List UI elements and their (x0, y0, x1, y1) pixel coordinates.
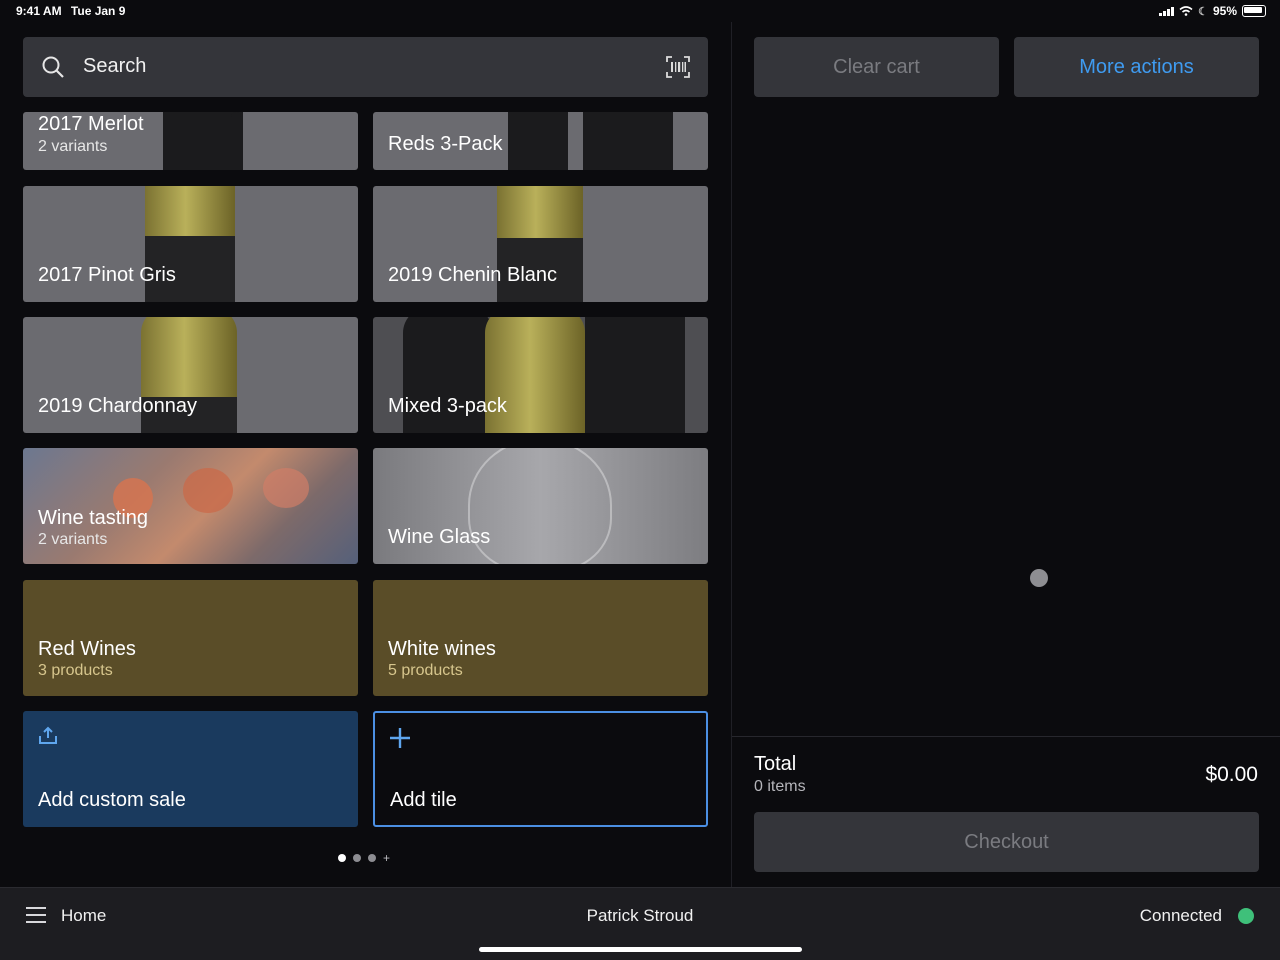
cart-pane: Clear cart More actions Total 0 items $0… (731, 22, 1280, 887)
search-icon (42, 56, 64, 78)
wine-glass-image (263, 468, 309, 508)
plus-icon (390, 728, 410, 748)
bottle-image (231, 112, 241, 170)
search-bar[interactable]: Search (23, 37, 708, 97)
clear-cart-button[interactable]: Clear cart (754, 37, 999, 97)
product-tile-2019-chenin-blanc[interactable]: 2019 Chenin Blanc (373, 186, 708, 302)
barcode-scan-icon[interactable] (666, 56, 690, 78)
product-tile-mixed-3-pack[interactable]: Mixed 3-pack (373, 317, 708, 433)
add-tile-button[interactable]: Add tile (373, 711, 708, 827)
product-tile-reds-3-pack[interactable]: Reds 3-Pack (373, 112, 708, 170)
add-page-icon[interactable]: + (383, 852, 390, 864)
status-bar: 9:41 AM Tue Jan 9 ☾ 95% (0, 0, 1280, 22)
product-tile-wine-tasting[interactable]: Wine tasting 2 variants (23, 448, 358, 564)
moon-icon: ☾ (1198, 5, 1208, 18)
tile-label: Wine Glass (388, 526, 491, 548)
checkout-button[interactable]: Checkout (754, 812, 1259, 872)
product-tile-wine-glass[interactable]: Wine Glass (373, 448, 708, 564)
product-tile-2017-merlot[interactable]: 2017 Merlot 2 variants (23, 112, 358, 170)
tile-label: Reds 3-Pack (388, 133, 503, 155)
home-indicator[interactable] (479, 947, 802, 952)
tile-label: Add tile (390, 789, 457, 811)
product-tile-2019-chardonnay[interactable]: 2019 Chardonnay (23, 317, 358, 433)
tile-label: Red Wines (38, 638, 136, 660)
tile-label: 2019 Chenin Blanc (388, 264, 558, 286)
bottle-image (508, 112, 568, 170)
total-label: Total (754, 753, 797, 775)
bottle-image (583, 112, 673, 170)
tile-label: 2017 Pinot Gris (38, 264, 176, 286)
connection-status-icon (1238, 908, 1254, 924)
tile-label: Add custom sale (38, 789, 186, 811)
tile-label: 2017 Merlot (38, 113, 144, 135)
tile-sublabel: 5 products (388, 662, 463, 679)
page-dot[interactable] (338, 854, 346, 862)
total-amount: $0.00 (1205, 763, 1258, 786)
page-dot[interactable] (353, 854, 361, 862)
category-tile-white-wines[interactable]: White wines 5 products (373, 580, 708, 696)
cellular-signal-icon (1159, 6, 1175, 16)
category-tile-red-wines[interactable]: Red Wines 3 products (23, 580, 358, 696)
more-actions-button[interactable]: More actions (1014, 37, 1259, 97)
bottle-image (585, 317, 685, 433)
search-label: Search (83, 55, 147, 77)
tile-sublabel: 3 products (38, 662, 113, 679)
battery-percent: 95% (1212, 4, 1237, 18)
wifi-icon (1179, 6, 1193, 16)
status-date: Tue Jan 9 (70, 4, 126, 18)
tile-sublabel: 2 variants (38, 138, 108, 155)
tile-label: 2019 Chardonnay (38, 395, 198, 417)
status-left: 9:41 AM Tue Jan 9 (16, 4, 131, 18)
product-grid-pane: Search 2017 Merlot 2 variants Reds 3-Pac… (0, 22, 731, 887)
status-time: 9:41 AM (16, 4, 62, 18)
touch-indicator (1030, 569, 1048, 587)
wine-glass-image (183, 468, 233, 513)
tile-label: White wines (388, 638, 496, 660)
status-right: ☾ 95% (1159, 4, 1266, 18)
tile-label: Mixed 3-pack (388, 395, 507, 417)
page-dot[interactable] (368, 854, 376, 862)
tile-sublabel: 2 variants (38, 531, 108, 548)
bottom-bar: Home Patrick Stroud Connected (0, 887, 1280, 960)
page-indicator[interactable]: + (338, 852, 390, 864)
product-tile-2017-pinot-gris[interactable]: 2017 Pinot Gris (23, 186, 358, 302)
custom-sale-icon (39, 726, 57, 744)
battery-icon (1242, 5, 1266, 17)
user-name: Patrick Stroud (586, 906, 694, 925)
total-items-count: 0 items (754, 778, 806, 795)
divider (732, 736, 1280, 737)
add-custom-sale-tile[interactable]: Add custom sale (23, 711, 358, 827)
connection-status-label: Connected (1139, 906, 1222, 925)
tile-label: Wine tasting (38, 507, 149, 529)
